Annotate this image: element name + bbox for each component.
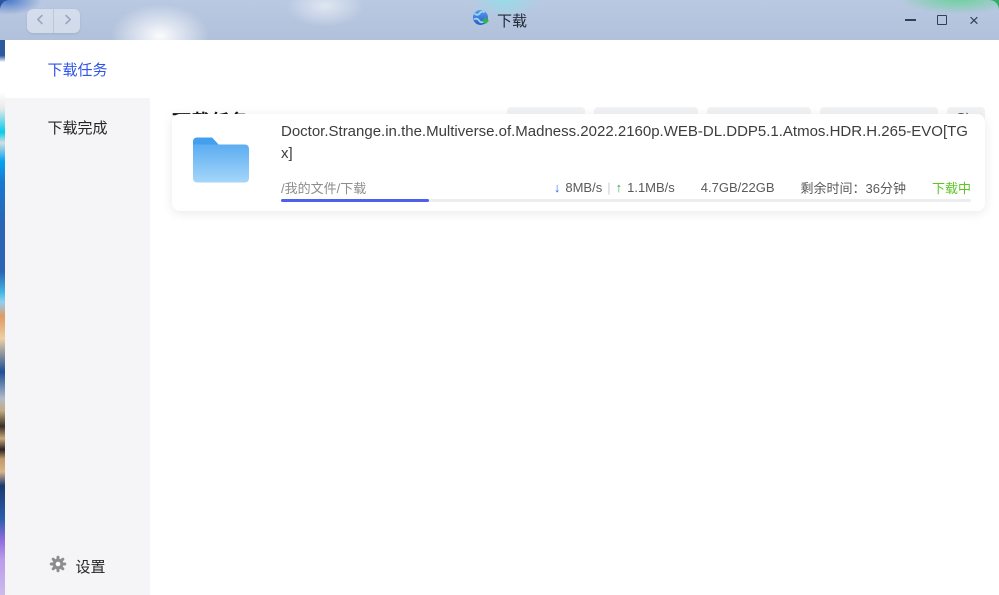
task-progress-fill (281, 199, 429, 202)
maximize-button[interactable] (933, 10, 951, 30)
upload-arrow-icon: ↑ (616, 180, 623, 195)
task-remaining-time: 剩余时间：36分钟 (801, 178, 906, 197)
separator: | (607, 180, 610, 195)
window-title-area: 下载 (0, 0, 999, 40)
task-down-speed: 8MB/s (565, 180, 602, 195)
window-controls: × (901, 0, 983, 40)
task-status-badge: 下载中 (932, 178, 971, 197)
minimize-icon (905, 19, 916, 21)
task-up-speed: 1.1MB/s (627, 180, 675, 195)
titlebar[interactable]: 下载 × (0, 0, 999, 40)
sidebar: 下载任务 下载完成 设置 (5, 40, 150, 595)
task-size: 4.7GB/22GB (701, 180, 775, 195)
app-window: 下载 × 下载任务 下载完成 (0, 0, 999, 595)
gear-icon (49, 555, 67, 577)
sidebar-item-settings[interactable]: 设置 (5, 547, 150, 585)
settings-label: 设置 (75, 556, 105, 577)
task-speeds: ↓ 8MB/s | ↑ 1.1MB/s (554, 180, 675, 195)
task-meta-row: /我的文件/下载 ↓ 8MB/s | ↑ 1.1MB/s 4.7GB/22GB 剩余… (281, 178, 971, 197)
sidebar-item-label: 下载完成 (47, 117, 107, 138)
main-content: 下载任务 共1个 | 1个任务下载中 | ↓8MB/s | ↑1.1MB/s |… (150, 40, 999, 595)
task-progress-bar (281, 199, 971, 202)
close-button[interactable]: × (965, 10, 983, 30)
download-task-row[interactable]: Doctor.Strange.in.the.Multiverse.of.Madn… (172, 114, 985, 211)
sidebar-item-download-tasks[interactable]: 下载任务 (5, 40, 150, 98)
minimize-button[interactable] (901, 10, 919, 30)
task-filename: Doctor.Strange.in.the.Multiverse.of.Madn… (281, 121, 973, 165)
globe-download-icon (472, 9, 490, 31)
close-icon: × (969, 12, 979, 29)
sidebar-item-label: 下载任务 (47, 59, 107, 80)
folder-icon (190, 129, 252, 187)
window-title: 下载 (497, 10, 527, 31)
maximize-icon (937, 15, 947, 25)
download-arrow-icon: ↓ (554, 180, 561, 195)
task-path: /我的文件/下载 (281, 178, 366, 197)
sidebar-item-download-finished[interactable]: 下载完成 (5, 98, 150, 156)
